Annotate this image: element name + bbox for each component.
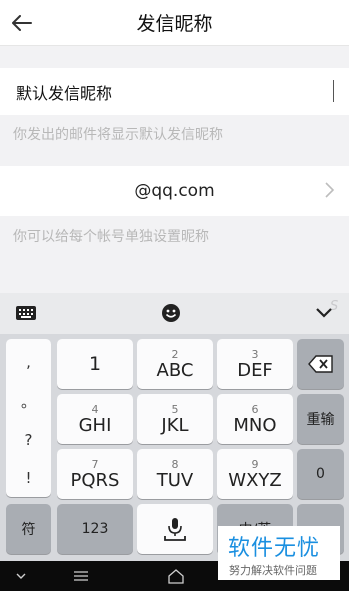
key-digit: 7 [91,457,99,471]
key-1[interactable]: 1 [57,339,133,389]
key-label: MNO [233,414,277,436]
nickname-input[interactable]: 默认发信昵称 [0,68,349,115]
key-ghi[interactable]: 4 GHI [57,394,133,444]
chevron-right-icon [325,182,335,198]
key-digit: 8 [171,457,179,471]
key-label: 重输 [306,412,335,428]
back-button[interactable] [10,11,34,35]
key-label: WXYZ [228,469,282,491]
nav-home-button[interactable] [165,567,187,585]
top-bar: 发信昵称 [0,0,349,46]
key-label: GHI [78,414,112,436]
microphone-icon [164,518,186,541]
emoji-button[interactable] [159,302,183,324]
key-mno[interactable]: 6 MNO [217,394,293,444]
default-nickname-hint: 你发出的邮件将显示默认发信昵称 [13,127,223,143]
key-abc[interactable]: 2 ABC [137,339,213,389]
key-label: ABC [156,359,194,381]
soft-keyboard: S , 。 ? ! 1 2 ABC 3 DEF 4 GHI 5 JKL 6 MN… [0,293,349,561]
key-jkl[interactable]: 5 JKL [137,394,213,444]
key-label: 1 [88,353,102,375]
punct-comma[interactable]: , [6,347,51,377]
chevron-down-icon [16,573,26,579]
watermark-subtitle: 努力解决软件问题 [229,564,317,577]
key-label: 符 [21,522,36,538]
punct-question[interactable]: ? [6,425,51,455]
punct-exclamation[interactable]: ! [6,463,51,493]
key-label: JKL [161,414,189,436]
key-pqrs[interactable]: 7 PQRS [57,449,133,499]
key-wxyz[interactable]: 9 WXYZ [217,449,293,499]
punctuation-list: , 。 ? ! [6,339,51,497]
number-mode-key[interactable]: 123 [57,504,133,554]
keyboard-switch-button[interactable] [14,302,38,324]
hide-keyboard-button[interactable] [312,302,336,324]
key-label: PQRS [70,469,120,491]
key-tuv[interactable]: 8 TUV [137,449,213,499]
keyboard-toolbar: S [0,293,349,334]
key-0[interactable]: 0 [297,449,344,499]
emoji-icon [162,304,180,322]
account-email: @qq.com [134,181,215,201]
watermark: 软件无忧 努力解决软件问题 [218,526,340,580]
nav-hide-button[interactable] [10,567,32,585]
reenter-key[interactable]: 重输 [297,394,344,444]
key-digit: 3 [251,347,259,361]
keyboard-icon [16,306,36,320]
arrow-left-icon [12,15,32,31]
key-label: 0 [316,466,325,482]
voice-space-key[interactable] [137,504,213,554]
key-label: 123 [81,521,109,537]
backspace-icon [307,355,333,373]
key-def[interactable]: 3 DEF [217,339,293,389]
text-cursor [333,80,334,102]
home-icon [168,569,184,584]
punct-period[interactable]: 。 [6,386,51,416]
page-title: 发信昵称 [136,13,213,35]
chevron-down-icon [316,308,332,318]
symbol-key[interactable]: 符 [6,504,51,554]
menu-icon [74,571,88,581]
nav-menu-button[interactable] [70,567,92,585]
delete-key[interactable] [297,339,344,389]
key-digit: 2 [171,347,179,361]
per-account-hint: 你可以给每个帐号单独设置昵称 [13,229,209,245]
key-label: DEF [237,359,273,381]
key-digit: 4 [91,402,99,416]
watermark-title: 软件无忧 [228,536,321,561]
account-row[interactable]: @qq.com [0,166,349,216]
nickname-value: 默认发信昵称 [16,83,113,103]
key-label: TUV [156,469,194,491]
key-digit: 6 [251,402,259,416]
key-digit: 9 [251,457,259,471]
key-digit: 5 [171,402,179,416]
